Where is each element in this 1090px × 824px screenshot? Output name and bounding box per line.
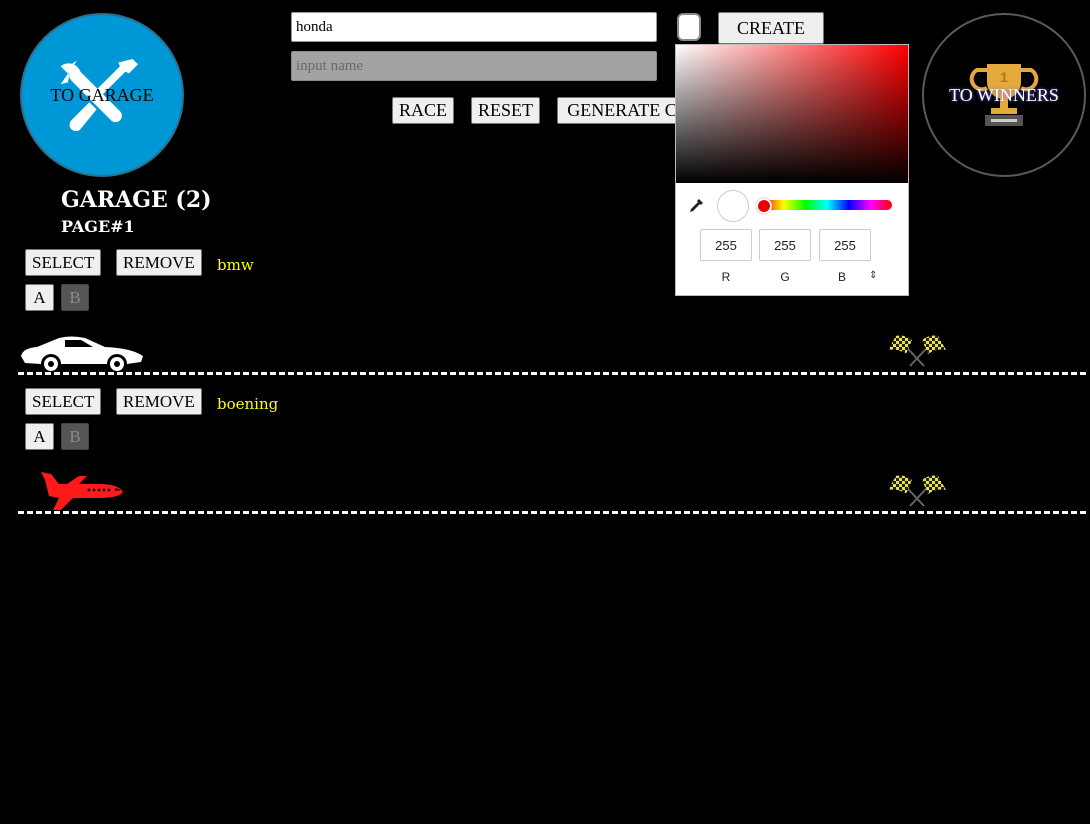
svg-text:1: 1 [1000,69,1008,85]
to-garage-label: TO GARAGE [50,84,154,105]
create-name-input[interactable] [291,12,657,42]
stop-engine-button[interactable]: B [61,284,89,311]
page-number: PAGE#1 [61,217,135,236]
car-track: SELECT REMOVE boening A B [0,388,1090,518]
stop-engine-button[interactable]: B [61,423,89,450]
garage-page: TO GARAGE CREATE RACE RESET GENERATE C 2… [0,0,1090,824]
reset-button[interactable]: RESET [471,97,541,124]
car-name: bmw [217,256,254,274]
create-button[interactable]: CREATE [718,12,824,44]
red-label: R [721,270,731,284]
finish-flags-icon [888,335,946,367]
remove-car-button[interactable]: REMOVE [116,249,202,276]
update-name-input[interactable] [291,51,657,81]
remove-car-button[interactable]: REMOVE [116,388,202,415]
start-engine-button[interactable]: A [25,284,54,311]
to-garage-button[interactable]: TO GARAGE [20,13,184,177]
race-button[interactable]: RACE [392,97,455,124]
start-engine-button[interactable]: A [25,423,54,450]
create-color-swatch[interactable] [677,13,701,41]
hue-slider-handle[interactable] [756,198,772,214]
to-winners-button[interactable]: 1 TO WINNERS [922,13,1086,177]
to-winners-label: TO WINNERS [949,84,1059,105]
blue-value-field[interactable]: 255 [819,229,871,261]
saturation-value-area[interactable] [676,45,908,183]
green-value-field[interactable]: 255 [759,229,811,261]
blue-label: B [837,270,846,284]
color-preview [717,190,749,222]
generate-cars-button[interactable]: GENERATE C [557,97,687,124]
plane-icon [41,472,123,510]
up-down-chevron-icon[interactable]: ⇕ [869,270,877,281]
finish-flags-icon [888,475,946,507]
color-picker-popup: 255 255 255 R G B ⇕ [675,44,909,296]
car-icon [21,336,143,372]
car-track: SELECT REMOVE bmw A B [0,249,1090,379]
car-name: boening [217,395,279,413]
track-divider [18,511,1086,514]
eyedropper-icon[interactable] [688,198,704,214]
track-divider [18,372,1086,375]
select-car-button[interactable]: SELECT [25,388,102,415]
garage-title: GARAGE (2) [61,187,212,213]
select-car-button[interactable]: SELECT [25,249,102,276]
red-value-field[interactable]: 255 [700,229,752,261]
green-label: G [780,270,790,284]
hue-slider[interactable] [762,200,892,210]
